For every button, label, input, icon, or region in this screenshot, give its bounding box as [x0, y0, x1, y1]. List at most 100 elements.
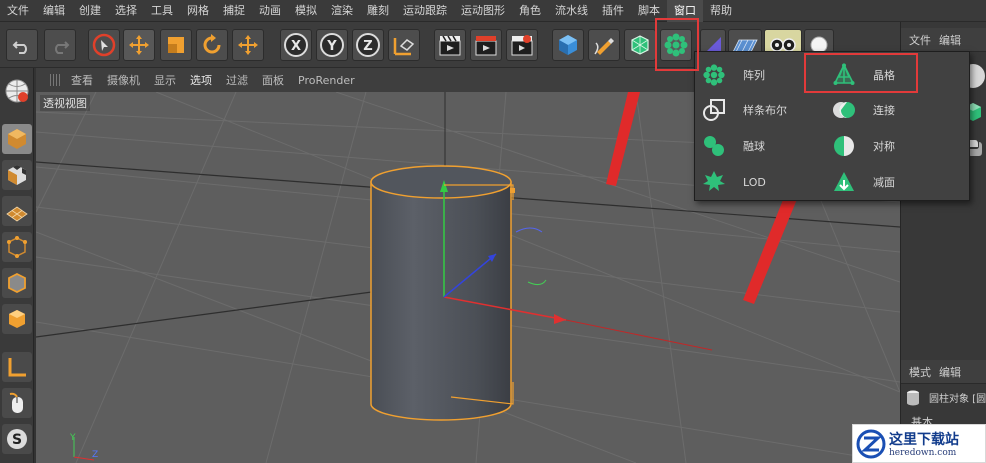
pen-tool-button[interactable]: [588, 29, 620, 61]
menu-pipeline[interactable]: 流水线: [548, 0, 595, 22]
menu-sculpt[interactable]: 雕刻: [360, 0, 396, 22]
render-picture-viewer-button[interactable]: [470, 29, 502, 61]
transform-tool-button[interactable]: [232, 29, 264, 61]
array-icon: [701, 62, 727, 88]
svg-text:Y: Y: [69, 433, 76, 443]
watermark-url: heredown.com: [889, 448, 957, 458]
x-axis-lock-button[interactable]: X: [280, 29, 312, 61]
grip-icon: [50, 74, 60, 86]
make-editable-button[interactable]: [2, 72, 32, 110]
subdivision-surface-icon: [631, 35, 649, 55]
array-modifier-button[interactable]: [660, 29, 692, 61]
cube-object-button[interactable]: [552, 29, 584, 61]
workplane-button[interactable]: [2, 196, 32, 226]
z-axis-lock-button[interactable]: Z: [352, 29, 384, 61]
viewport-menu-display[interactable]: 显示: [147, 72, 183, 88]
tab-file[interactable]: 文件: [909, 32, 931, 48]
model-cube-icon: [8, 129, 26, 149]
menu-mograph[interactable]: 运动图形: [454, 0, 512, 22]
redo-icon: [55, 41, 70, 54]
live-select-icon: [92, 33, 116, 57]
menu-edit[interactable]: 编辑: [36, 0, 72, 22]
menu-select[interactable]: 选择: [108, 0, 144, 22]
redo-button[interactable]: [44, 29, 76, 61]
watermark-title: 这里下载站: [889, 432, 959, 448]
menu-create[interactable]: 创建: [72, 0, 108, 22]
attributes-tabs: 模式 编辑: [901, 360, 986, 384]
move-tool-button[interactable]: [123, 29, 155, 61]
popup-item-lod[interactable]: LOD: [701, 167, 821, 197]
menu-snap[interactable]: 捕捉: [216, 0, 252, 22]
tab-edit-attributes[interactable]: 编辑: [939, 364, 961, 380]
menu-character[interactable]: 角色: [512, 0, 548, 22]
menu-bar: 文件 编辑 创建 选择 工具 网格 捕捉 动画 模拟 渲染 雕刻 运动跟踪 运动…: [0, 0, 986, 22]
undo-icon: [12, 41, 27, 54]
viewport-title: 透视视图: [40, 95, 90, 111]
menu-motion-tracking[interactable]: 运动跟踪: [396, 0, 454, 22]
menu-window[interactable]: 窗口: [667, 0, 703, 22]
viewport-menu-cameras[interactable]: 摄像机: [100, 72, 147, 88]
edges-cube-icon: [8, 272, 26, 294]
popup-item-metaball[interactable]: 融球: [701, 131, 821, 161]
array-icon: [664, 33, 688, 57]
tab-edit[interactable]: 编辑: [939, 32, 961, 48]
checker-cube-icon: [8, 165, 26, 185]
viewport-menu-filter[interactable]: 过滤: [219, 72, 255, 88]
menu-animate[interactable]: 动画: [252, 0, 288, 22]
popup-item-polygon-reduction[interactable]: 减面: [831, 167, 951, 197]
watermark-logo-icon: [856, 429, 886, 459]
polygon-reduction-icon: [831, 169, 857, 195]
y-axis-lock-button[interactable]: Y: [316, 29, 348, 61]
live-select-button[interactable]: [88, 29, 120, 61]
popup-item-connect[interactable]: 连接: [831, 95, 951, 125]
polygons-cube-icon: [9, 310, 25, 328]
grid-plane-icon: [6, 206, 28, 222]
subdivision-surface-button[interactable]: [624, 29, 656, 61]
render-view-button[interactable]: [434, 29, 466, 61]
points-mode-button[interactable]: [2, 232, 32, 262]
axis-mode-button[interactable]: [2, 352, 32, 382]
axis-l-icon: [8, 358, 26, 377]
tweak-mode-button[interactable]: [2, 388, 32, 418]
metaball-icon: [701, 133, 727, 159]
symmetry-icon: [831, 133, 857, 159]
clapper-gear-icon: [511, 35, 533, 56]
popup-item-symmetry[interactable]: 对称: [831, 131, 951, 161]
texture-mode-button[interactable]: [2, 160, 32, 190]
svg-text:Z: Z: [363, 39, 372, 54]
menu-plugins[interactable]: 插件: [595, 0, 631, 22]
move-icon: [129, 35, 149, 55]
tab-mode[interactable]: 模式: [909, 364, 931, 380]
mouse-icon: [9, 392, 23, 413]
object-name-label: 圆柱对象 [圆: [929, 394, 986, 405]
render-settings-button[interactable]: [506, 29, 538, 61]
lod-icon: [701, 169, 727, 195]
popup-item-lattice[interactable]: 晶格: [831, 60, 951, 90]
menu-script[interactable]: 脚本: [631, 0, 667, 22]
coordinate-system-button[interactable]: [388, 29, 420, 61]
menu-tools[interactable]: 工具: [144, 0, 180, 22]
undo-button[interactable]: [6, 29, 38, 61]
viewport-menu-panel[interactable]: 面板: [255, 72, 291, 88]
left-tool-palette: S: [0, 68, 34, 463]
edges-mode-button[interactable]: [2, 268, 32, 298]
menu-simulate[interactable]: 模拟: [288, 0, 324, 22]
menu-file[interactable]: 文件: [0, 0, 36, 22]
menu-render[interactable]: 渲染: [324, 0, 360, 22]
polygons-mode-button[interactable]: [2, 304, 32, 334]
popup-item-spline-boolean[interactable]: 样条布尔: [701, 95, 821, 125]
rotate-tool-button[interactable]: [196, 29, 228, 61]
scale-tool-button[interactable]: [160, 29, 192, 61]
cylinder-object-icon: [903, 388, 923, 408]
menu-help[interactable]: 帮助: [703, 0, 739, 22]
menu-mesh[interactable]: 网格: [180, 0, 216, 22]
viewport-menu-options[interactable]: 选项: [183, 72, 219, 88]
viewport-menu-prorender[interactable]: ProRender: [291, 74, 362, 87]
model-mode-button[interactable]: [2, 124, 32, 154]
connect-icon: [831, 97, 857, 123]
cylinder-object[interactable]: [370, 165, 512, 421]
popup-item-array[interactable]: 阵列: [701, 60, 821, 90]
snap-button[interactable]: S: [2, 424, 32, 454]
rotate-icon: [203, 34, 221, 54]
viewport-menu-view[interactable]: 查看: [64, 72, 100, 88]
